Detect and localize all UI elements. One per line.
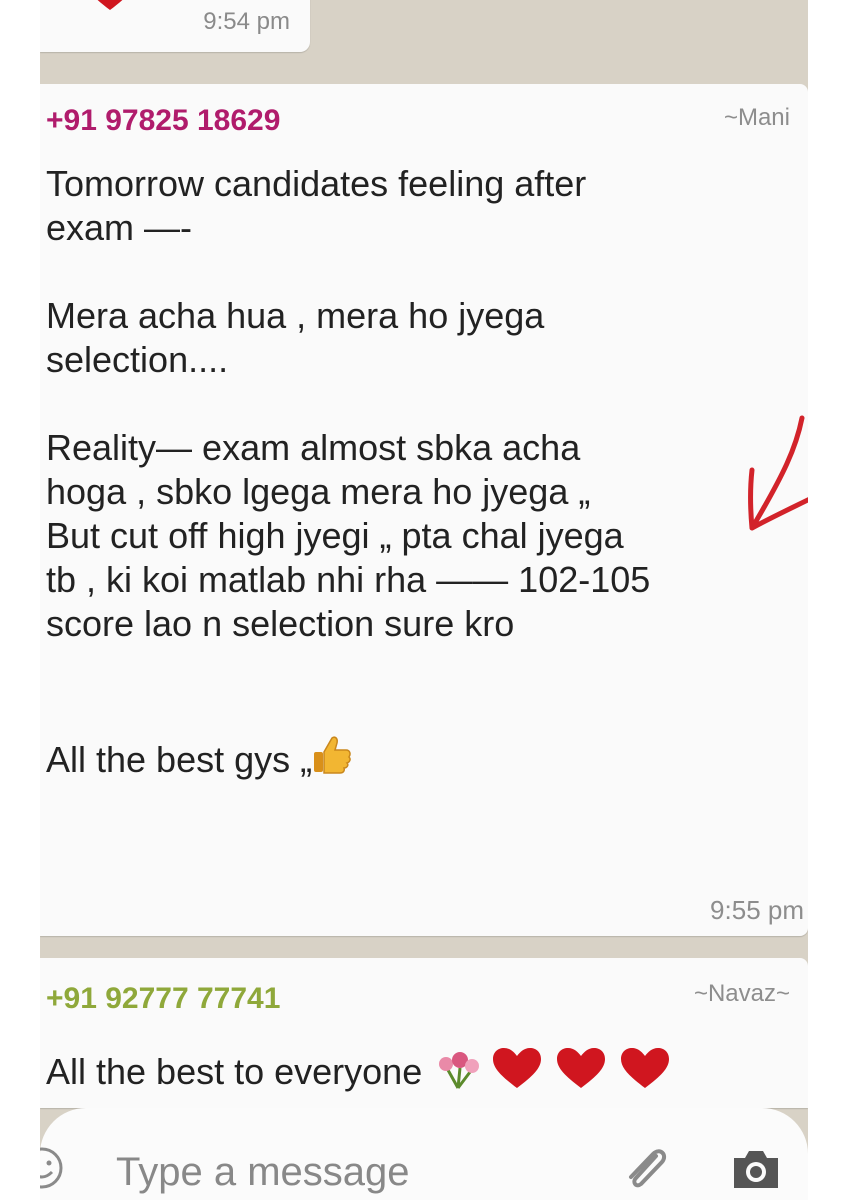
message-timestamp: 9:54 pm (203, 8, 290, 35)
thumbs-up-icon (314, 736, 351, 774)
message-input[interactable]: Type a message (116, 1150, 410, 1195)
flower-bouquet-icon (439, 1052, 480, 1089)
message-composer[interactable]: Type a message (40, 1108, 808, 1200)
sender-number[interactable]: +91 97825 18629 (46, 104, 280, 138)
smiley-icon[interactable] (40, 1146, 64, 1190)
message-bubble[interactable]: +91 92777 77741 ~Navaz~ All the best to … (40, 958, 808, 1108)
sender-number[interactable]: +91 92777 77741 (46, 982, 280, 1016)
paperclip-icon[interactable] (618, 1142, 672, 1196)
message-body: Tomorrow candidates feeling after exam —… (46, 163, 651, 644)
sender-alias: ~Navaz~ (693, 980, 790, 1007)
heart-icon (621, 1048, 670, 1088)
message-text: All the best to everyone (46, 1046, 806, 1100)
heart-icon (97, 0, 123, 10)
previous-message-bubble[interactable]: 9:54 pm (40, 0, 310, 52)
message-timestamp: 9:55 pm (710, 895, 804, 925)
heart-icon (557, 1048, 606, 1088)
emoji-row (432, 1046, 676, 1100)
message-text: Tomorrow candidates feeling after exam —… (46, 162, 806, 782)
chat-background: 9:54 pm +91 97825 18629 ~Mani Tomorrow c… (40, 0, 808, 1200)
message-body: All the best to everyone (46, 1051, 423, 1092)
heart-icon (493, 1048, 542, 1088)
red-arrow-annotation (748, 415, 808, 531)
sender-alias: ~Mani (723, 104, 790, 131)
camera-icon[interactable] (728, 1142, 784, 1198)
message-bubble[interactable]: +91 97825 18629 ~Mani Tomorrow candidate… (40, 84, 808, 936)
closing-line: All the best gys „ (46, 739, 313, 780)
